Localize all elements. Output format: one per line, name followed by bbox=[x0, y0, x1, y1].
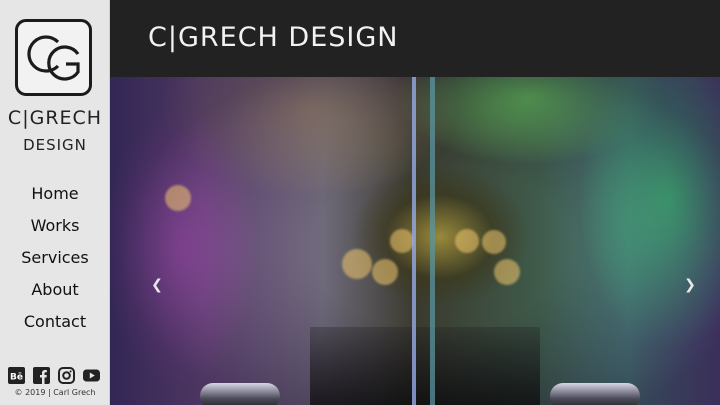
page-header: C|GRECH DESIGN bbox=[110, 0, 720, 77]
page-title: C|GRECH DESIGN bbox=[148, 22, 399, 53]
cg-monogram-icon bbox=[27, 35, 80, 81]
youtube-icon[interactable] bbox=[83, 367, 100, 384]
bokeh-light bbox=[482, 230, 506, 254]
brand-name: C|GRECH bbox=[7, 107, 103, 129]
facebook-icon[interactable] bbox=[33, 366, 50, 384]
main-nav: Home Works Services About Contact bbox=[0, 180, 110, 340]
svg-text:Bē: Bē bbox=[10, 372, 23, 382]
chevron-right-icon[interactable]: ❯ bbox=[680, 275, 700, 295]
glass-divider bbox=[412, 77, 416, 405]
bokeh-light bbox=[390, 229, 414, 253]
bokeh-light bbox=[494, 259, 520, 285]
sidebar: C|GRECH DESIGN Home Works Services About… bbox=[0, 0, 110, 405]
hero-slider[interactable]: ❮ ❯ bbox=[110, 77, 720, 405]
bokeh-light bbox=[455, 229, 479, 253]
nav-item-about[interactable]: About bbox=[0, 276, 110, 308]
chevron-left-icon[interactable]: ❮ bbox=[147, 275, 167, 295]
behance-icon[interactable]: Bē bbox=[8, 366, 25, 384]
social-links: Bē bbox=[8, 366, 104, 384]
tunnel-floor bbox=[310, 327, 540, 405]
nav-item-works[interactable]: Works bbox=[0, 212, 110, 244]
nav-item-services[interactable]: Services bbox=[0, 244, 110, 276]
bokeh-light bbox=[342, 249, 372, 279]
bokeh-light bbox=[165, 185, 191, 211]
copyright-text: © 2019 | Carl Grech bbox=[14, 388, 96, 397]
rail-pipe bbox=[550, 383, 640, 405]
rail-pipe bbox=[200, 383, 280, 405]
instagram-icon[interactable] bbox=[58, 366, 75, 384]
bokeh-light bbox=[372, 259, 398, 285]
glass-divider bbox=[430, 77, 435, 405]
brand-subtitle: DESIGN bbox=[23, 136, 87, 154]
cg-logo[interactable] bbox=[15, 19, 92, 96]
nav-item-contact[interactable]: Contact bbox=[0, 308, 110, 340]
nav-item-home[interactable]: Home bbox=[0, 180, 110, 212]
